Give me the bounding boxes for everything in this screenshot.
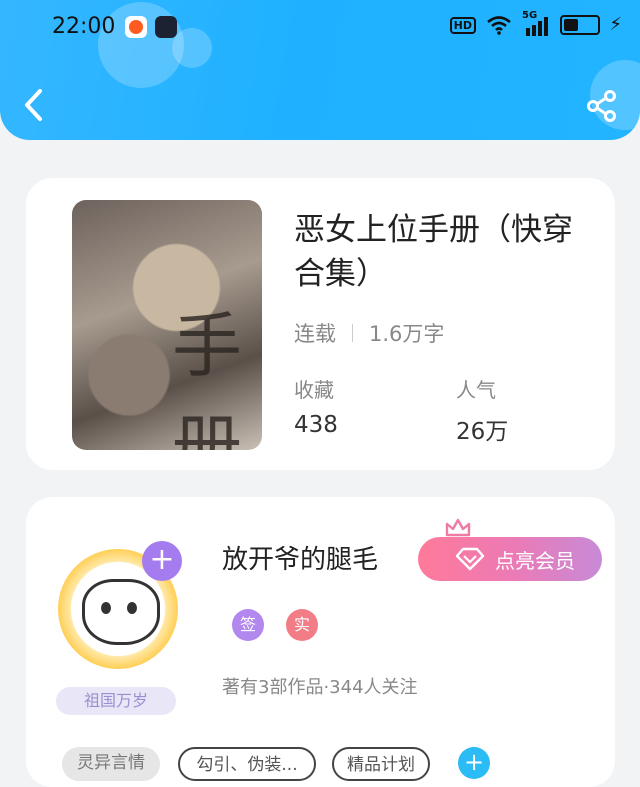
vip-label: 点亮会员 [495, 548, 575, 573]
tag-item[interactable]: 勾引、伪装... [178, 747, 316, 781]
diamond-icon [455, 547, 485, 571]
battery-icon [560, 15, 600, 35]
popularity-value: 26万 [456, 419, 509, 445]
top-header: 22:00 HD 5G ⚡ [0, 0, 640, 140]
serial-status: 连载 [294, 322, 336, 346]
author-stats: 著有3部作品·344人关注 [222, 677, 418, 698]
hd-icon: HD [449, 16, 476, 34]
tag-item[interactable]: 灵异言情 [62, 747, 160, 781]
signed-badge: 签 [232, 609, 264, 641]
signal-icon: 5G [522, 10, 550, 36]
tag-item[interactable]: 精品计划 [332, 747, 430, 781]
add-tag-button[interactable]: + [458, 747, 490, 779]
vip-button[interactable]: 点亮会员 [418, 537, 602, 581]
word-count: 1.6万字 [369, 322, 445, 346]
cover-calligraphy-art: 手册 [172, 305, 242, 450]
author-name[interactable]: 放开爷的腿毛 [222, 539, 378, 576]
book-title: 恶女上位手册（快穿合集） [294, 212, 573, 292]
popularity-label: 人气 [456, 378, 496, 402]
verified-badge: 实 [286, 609, 318, 641]
share-icon[interactable] [586, 90, 618, 122]
chevron-left-icon[interactable] [20, 88, 48, 122]
book-info-card: 手册 恶女上位手册（快穿合集） 连载 1.6万字 收藏 438 人气 26万 [26, 178, 615, 470]
book-cover[interactable]: 手册 [72, 200, 262, 450]
author-card: + 祖国万岁 放开爷的腿毛 点亮会员 签 实 著有3部作品·344人关注 灵异言… [26, 497, 615, 787]
wifi-icon [487, 16, 511, 35]
charging-icon: ⚡ [609, 14, 622, 35]
status-icons: HD 5G [449, 10, 600, 36]
favorites-value: 438 [294, 412, 338, 438]
status-time: 22:00 [52, 14, 116, 39]
app-notification-icon [125, 16, 147, 38]
avatar-medal: 祖国万岁 [56, 687, 176, 715]
follow-plus-button[interactable]: + [142, 541, 182, 581]
favorites-label: 收藏 [294, 378, 334, 402]
book-status-row: 连载 1.6万字 [294, 318, 444, 348]
app-notification-icon [155, 16, 177, 38]
avatar-cat-illustration [82, 579, 160, 645]
divider [352, 324, 353, 342]
crown-icon [445, 518, 471, 537]
decor-bubble [172, 28, 212, 68]
